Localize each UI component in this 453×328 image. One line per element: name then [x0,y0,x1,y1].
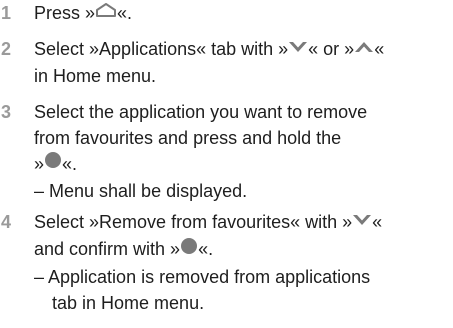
home-icon [95,0,117,25]
step-line: Select the application you want to remov… [34,102,368,122]
text-fragment: » [34,154,45,174]
step-line: » «. [34,151,444,178]
step-line: and confirm with » «. [34,236,444,263]
step-line: Select »Applications« tab with » « or » « [34,36,444,63]
text-fragment: Press » [34,3,96,23]
step-text: Select »Applications« tab with » « or » « … [34,36,444,89]
text-fragment: Select »Remove from favourites« with » [34,212,353,232]
step-text: Press » «. [34,0,444,27]
text-fragment: «. [117,3,133,23]
step-line: in Home menu. [34,66,157,87]
chevron-up-icon [354,35,374,61]
step-number: 1 [1,3,12,23]
step-number: 4 [1,212,12,232]
step-line: from favourites and press and hold the [34,128,342,148]
text-fragment: Select »Applications« tab with » [34,39,289,59]
step-line: Select »Remove from favourites« with » « [34,209,444,236]
text-fragment: and confirm with » [34,239,181,260]
step-result: – Menu shall be displayed. [34,181,248,202]
step-result: – Application is removed from applicatio… [34,266,371,287]
step-result-continued: tab in Home menu. [52,292,205,313]
step-text: Select the application you want to remov… [34,99,444,204]
step-text: Select »Remove from favourites« with » « … [34,209,444,316]
step-number: 2 [1,39,12,59]
text-fragment: « [374,39,385,59]
text-fragment: «. [62,154,78,174]
chevron-down-icon [288,35,308,61]
text-fragment: « or » [308,39,355,59]
ok-button-icon [180,236,198,262]
text-fragment: «. [198,239,214,260]
chevron-down-icon [352,208,372,234]
step-number: 3 [1,102,12,122]
ok-button-icon [44,150,62,176]
step-line: Press » «. [34,0,444,27]
text-fragment: « [372,212,383,232]
